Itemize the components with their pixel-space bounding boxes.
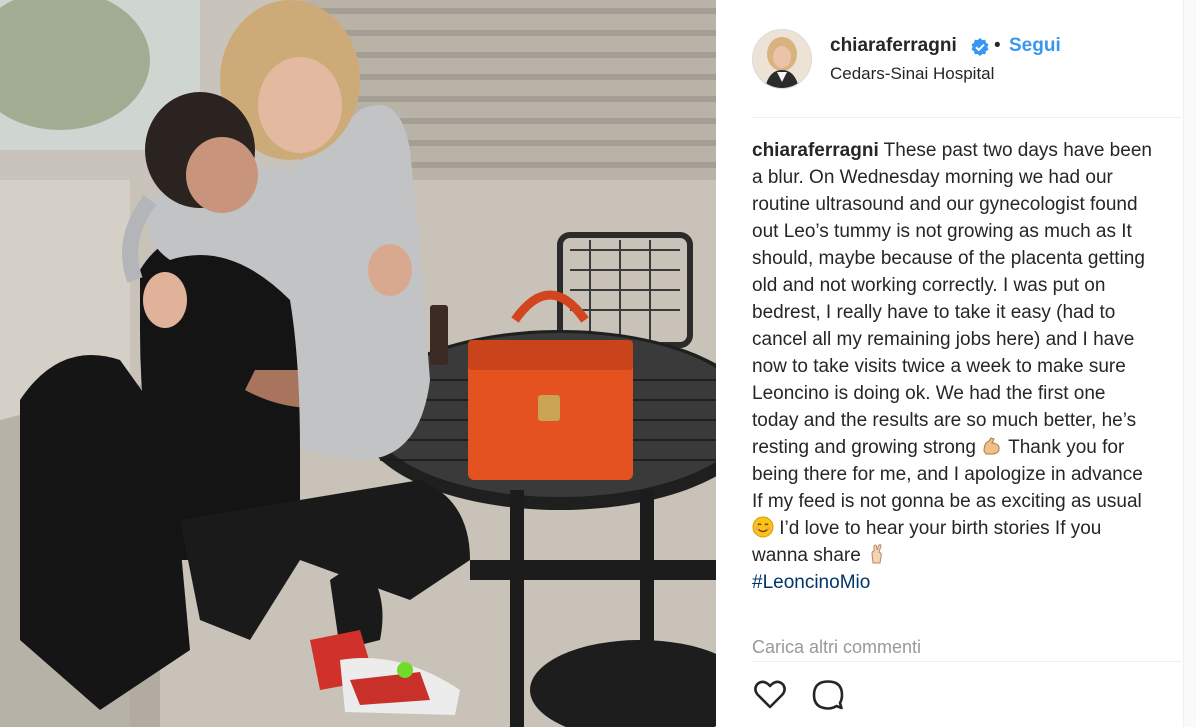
header-divider (752, 117, 1182, 118)
post-side-panel: chiaraferragni • Segui Cedars-Sinai Hosp… (716, 0, 1185, 727)
hashtag-link[interactable]: #LeoncinoMio (752, 572, 870, 593)
post-header: chiaraferragni • Segui Cedars-Sinai Hosp… (716, 0, 1184, 117)
separator-dot: • (994, 35, 1001, 56)
actions-divider (752, 661, 1182, 662)
smiling-face-icon (752, 516, 774, 538)
follow-button[interactable]: Segui (1009, 35, 1061, 57)
crossed-fingers-icon (866, 543, 888, 565)
avatar-image (753, 30, 811, 88)
avatar[interactable] (752, 29, 812, 89)
caption-text-part3: I’d love to hear your birth stories If y… (752, 518, 1107, 566)
scrollbar[interactable] (1183, 0, 1196, 727)
caption-text-part1: These past two days have been a blur. On… (752, 140, 1158, 458)
heart-icon[interactable] (752, 676, 788, 712)
flexed-biceps-icon (981, 435, 1003, 457)
verified-badge-icon (970, 37, 990, 57)
load-more-comments-link[interactable]: Carica altri commenti (752, 637, 921, 658)
post-location[interactable]: Cedars-Sinai Hospital (830, 64, 994, 84)
author-username[interactable]: chiaraferragni (830, 35, 957, 57)
caption-username[interactable]: chiaraferragni (752, 140, 879, 161)
post-photo[interactable] (0, 0, 716, 727)
comment-icon[interactable] (810, 676, 846, 712)
post-caption: chiaraferragni These past two days have … (752, 137, 1152, 596)
post-photo-illustration (0, 0, 716, 727)
